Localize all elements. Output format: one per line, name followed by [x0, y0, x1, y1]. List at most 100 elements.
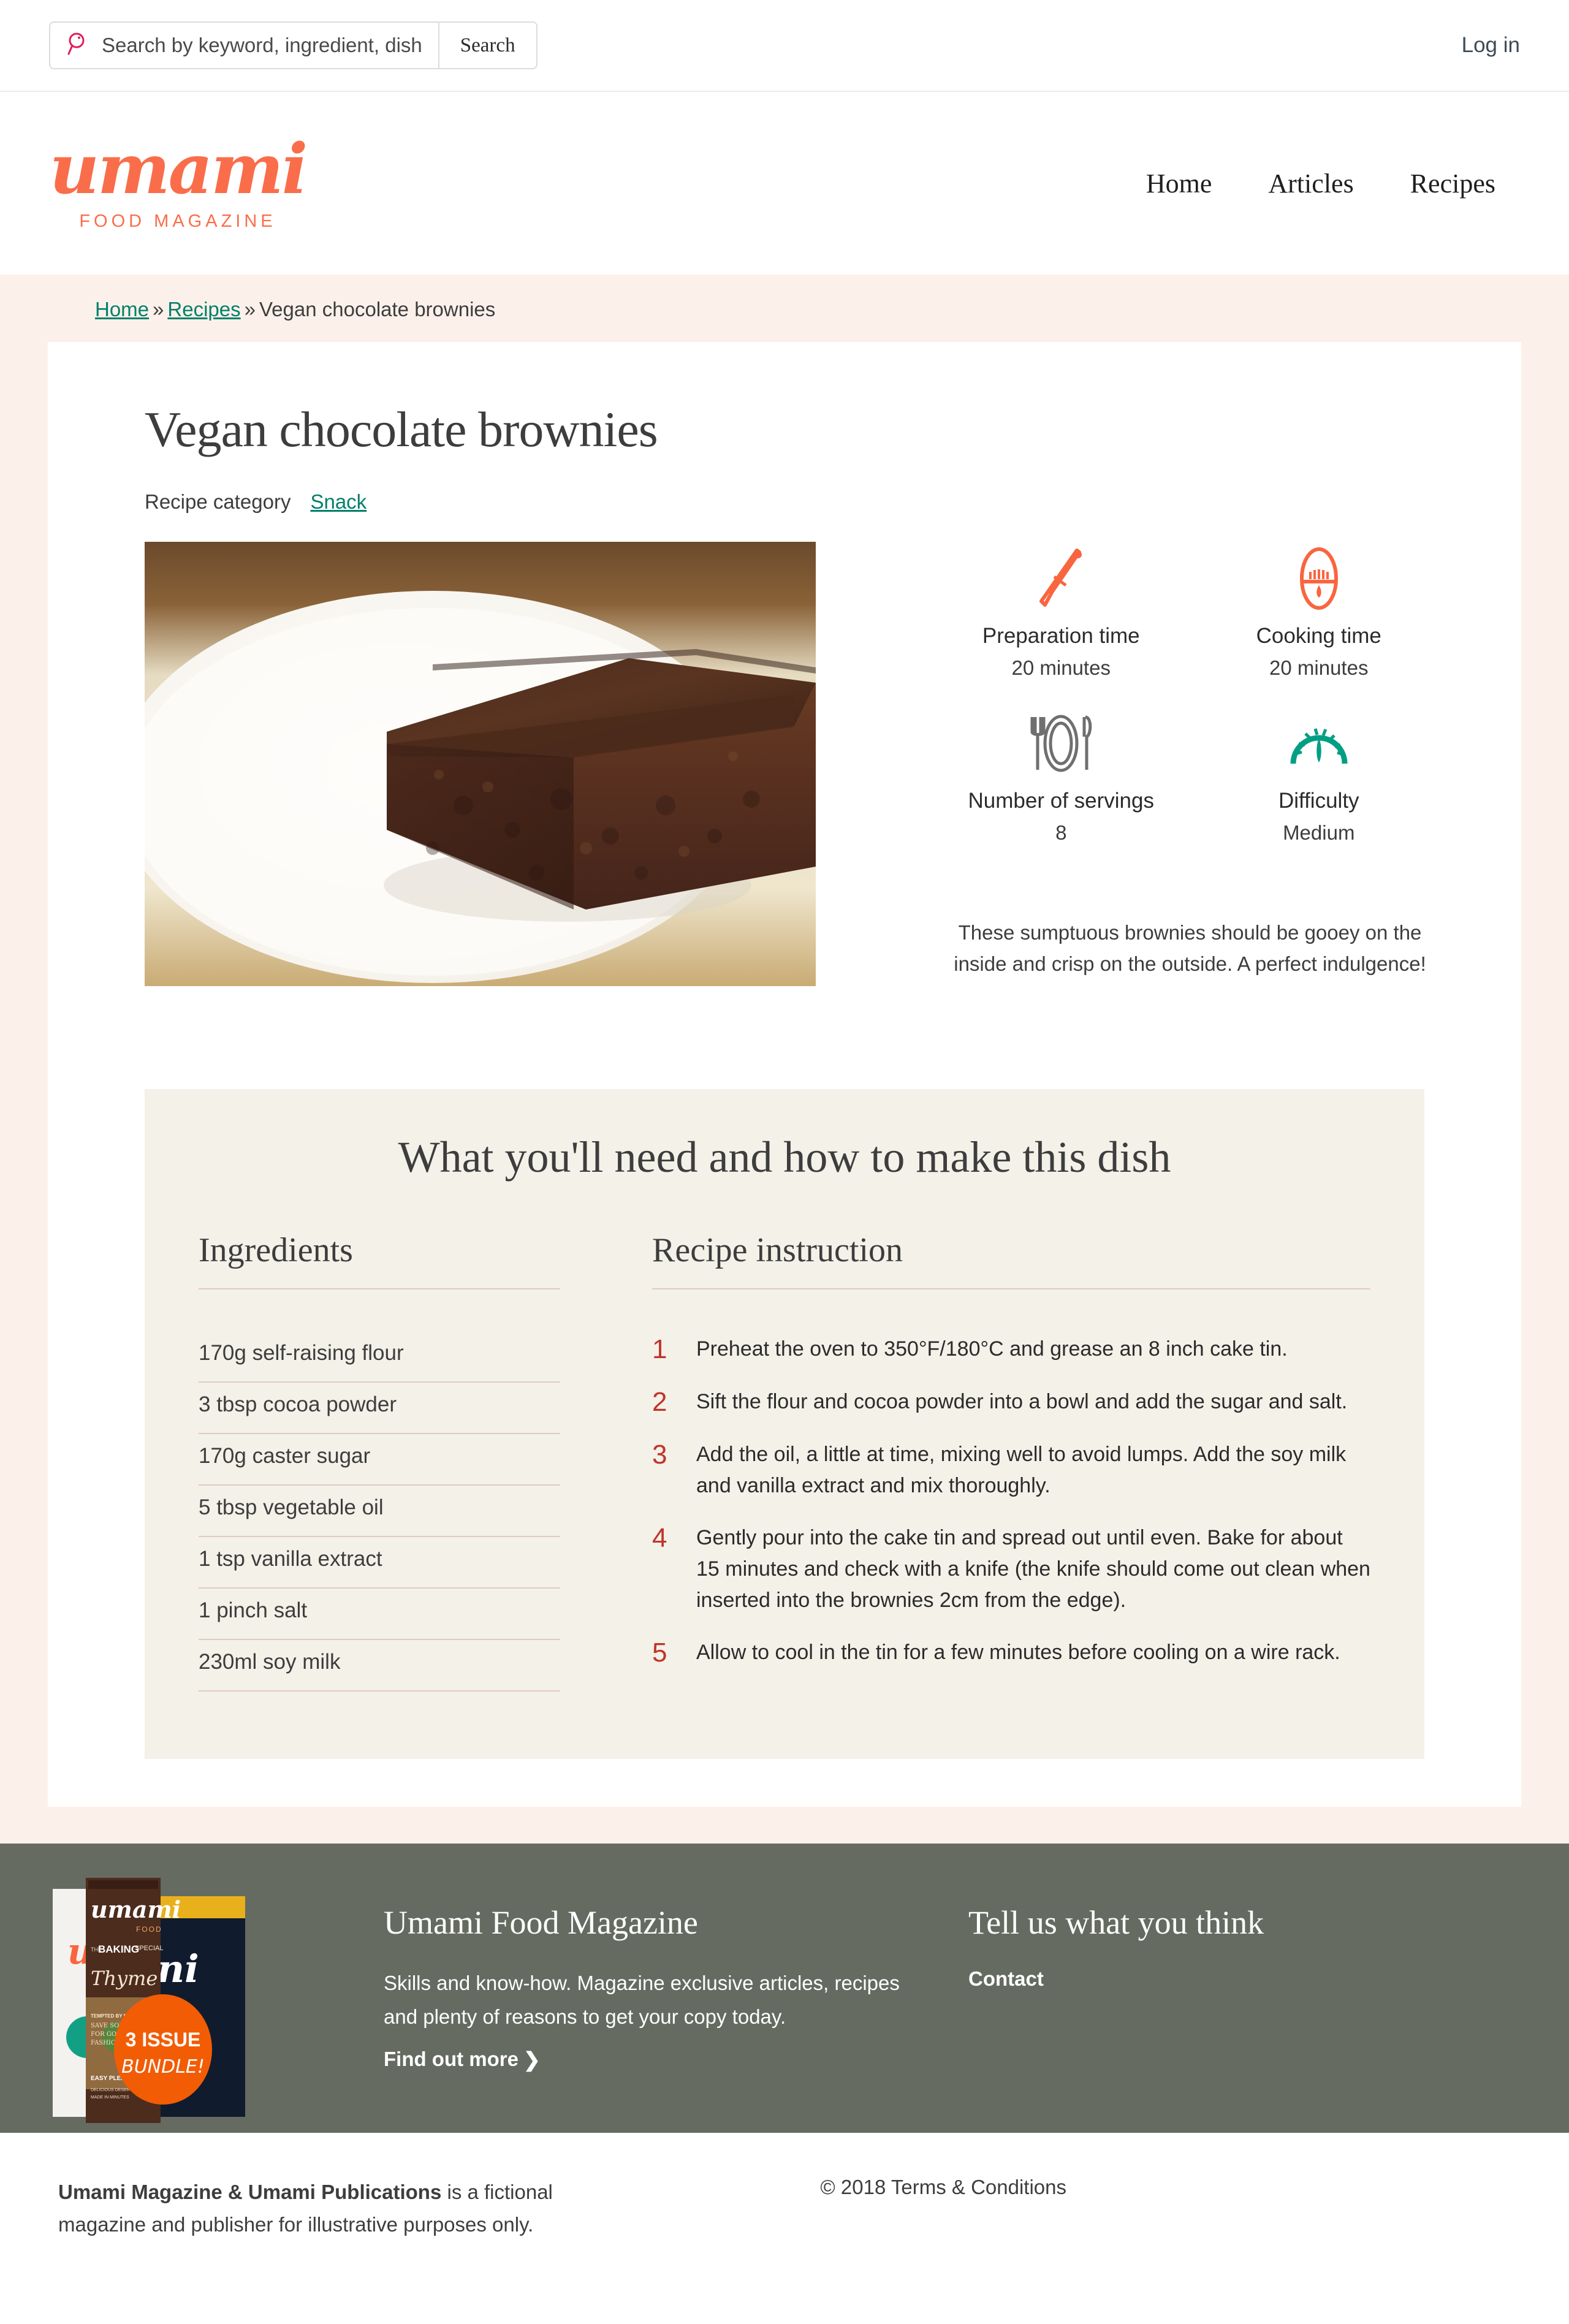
breadcrumb-separator: » [153, 298, 164, 321]
breadcrumb-separator: » [244, 298, 256, 321]
page-body: Home» Recipes» Vegan chocolate brownies Ve… [0, 275, 1569, 1844]
nav-item-recipes[interactable]: Recipes [1410, 168, 1495, 199]
search-input[interactable]: Search by keyword, ingredient, dish [50, 23, 438, 68]
speedometer-icon [1287, 707, 1351, 780]
svg-text:Thyme: Thyme [91, 1967, 158, 1990]
list-item: 5 Allow to cool in the tin for a few min… [652, 1637, 1370, 1669]
list-item: 170g caster sugar [199, 1434, 560, 1486]
recipe-summary: These sumptuous brownies should be gooey… [954, 921, 1426, 976]
colophon-publisher: Umami Magazine & Umami Publications [58, 2181, 442, 2203]
step-text: Preheat the oven to 350°F/180°C and grea… [696, 1337, 1288, 1361]
fact-value: Medium [1283, 821, 1355, 844]
copyright-terms[interactable]: © 2018 Terms & Conditions [820, 2176, 1520, 2241]
search-button[interactable]: Search [438, 23, 536, 68]
svg-text:SPECIAL: SPECIAL [135, 1945, 163, 1952]
fact-value: 20 minutes [1269, 656, 1369, 679]
find-out-more-label: Find out more [384, 2048, 519, 2071]
step-number: 4 [652, 1522, 667, 1553]
find-out-more-link[interactable]: Find out more ❯ [384, 2048, 541, 2071]
breadcrumb: Home» Recipes» Vegan chocolate brownies [0, 275, 1569, 342]
step-text: Allow to cool in the tin for a few minut… [696, 1640, 1340, 1664]
nav-item-home[interactable]: Home [1146, 168, 1212, 199]
colophon-text: Umami Magazine & Umami Publications is a… [58, 2176, 640, 2241]
feedback-block: Tell us what you think Contact [968, 1878, 1361, 1991]
instructions-column: Recipe instruction 1 Preheat the oven to… [652, 1231, 1370, 1692]
utility-bar: Search by keyword, ingredient, dish Sear… [0, 0, 1569, 92]
list-item: 5 tbsp vegetable oil [199, 1486, 560, 1537]
list-item: 170g self-raising flour [199, 1331, 560, 1383]
logo-tagline: FOOD MAGAZINE [79, 211, 276, 231]
step-number: 3 [652, 1439, 667, 1470]
page-title: Vegan chocolate brownies [145, 401, 658, 457]
recipe-category-row: Recipe category Snack [145, 490, 1472, 514]
search-icon [67, 32, 91, 59]
promo-description: Skills and know-how. Magazine exclusive … [384, 1972, 900, 2029]
breadcrumb-home[interactable]: Home [95, 298, 149, 321]
recipe-facts: Preparation time 20 minutes Cooking time… [816, 542, 1472, 986]
fact-label: Cooking time [1256, 624, 1381, 648]
step-text: Add the oil, a little at time, mixing we… [696, 1442, 1347, 1497]
ingredients-list: 170g self-raising flour 3 tbsp cocoa pow… [199, 1331, 560, 1692]
colophon: Umami Magazine & Umami Publications is a… [0, 2133, 1569, 2296]
recipe-category-label: Recipe category [145, 490, 291, 513]
contact-link[interactable]: Contact [968, 1967, 1044, 1990]
recipe-facts-grid: Preparation time 20 minutes Cooking time… [932, 542, 1448, 845]
fact-number-of-servings: Number of servings 8 [932, 707, 1190, 845]
logo-wordmark: umami [49, 129, 308, 210]
list-item: 1 pinch salt [199, 1589, 560, 1640]
list-item: 2 Sift the flour and cocoa powder into a… [652, 1386, 1370, 1418]
step-number: 5 [652, 1637, 667, 1668]
list-item: 1 tsp vanilla extract [199, 1537, 560, 1589]
make-dish-columns: Ingredients 170g self-raising flour 3 tb… [199, 1231, 1370, 1692]
svg-text:3 ISSUE: 3 ISSUE [126, 2029, 201, 2051]
instructions-list: 1 Preheat the oven to 350°F/180°C and gr… [652, 1334, 1370, 1669]
step-text: Gently pour into the cake tin and spread… [696, 1525, 1370, 1612]
svg-text:MADE IN MINUTES: MADE IN MINUTES [91, 2095, 129, 2100]
nav-item-articles[interactable]: Articles [1268, 168, 1353, 199]
breadcrumb-recipes[interactable]: Recipes [167, 298, 240, 321]
fact-label: Difficulty [1278, 789, 1359, 813]
step-number: 2 [652, 1386, 667, 1417]
list-item: 3 tbsp cocoa powder [199, 1383, 560, 1434]
ingredients-heading: Ingredients [199, 1231, 560, 1289]
recipe-photo [145, 542, 816, 986]
instructions-heading: Recipe instruction [652, 1231, 1370, 1289]
recipe-content-card: Vegan chocolate brownies Recipe category… [48, 342, 1521, 1807]
promo-title: Umami Food Magazine [384, 1904, 698, 1941]
svg-text:ni: ni [157, 1946, 199, 1991]
promo-copy: Umami Food Magazine Skills and know-how.… [368, 1878, 968, 2071]
list-item: 4 Gently pour into the cake tin and spre… [652, 1522, 1370, 1616]
make-dish-section: What you'll need and how to make this di… [145, 1089, 1424, 1759]
fact-difficulty: Difficulty Medium [1190, 707, 1448, 845]
list-item: 1 Preheat the oven to 350°F/180°C and gr… [652, 1334, 1370, 1365]
magazine-covers-image: um ni umami FOOD THE BAKING SPECIAL Thym… [49, 1853, 368, 2123]
promo-footer: um ni umami FOOD THE BAKING SPECIAL Thym… [0, 1844, 1569, 2133]
step-number: 1 [652, 1334, 667, 1364]
fact-value: 20 minutes [1011, 656, 1111, 679]
svg-text:FOOD: FOOD [136, 1925, 162, 1934]
site-logo[interactable]: umami FOOD MAGAZINE [49, 129, 308, 232]
search-placeholder-text: Search by keyword, ingredient, dish [102, 34, 422, 56]
search-box[interactable]: Search by keyword, ingredient, dish Sear… [49, 21, 538, 69]
chevron-right-icon: ❯ [523, 2048, 541, 2071]
recipe-category-link[interactable]: Snack [310, 490, 367, 514]
make-dish-heading: What you'll need and how to make this di… [398, 1133, 1171, 1182]
step-text: Sift the flour and cocoa powder into a b… [696, 1389, 1348, 1413]
svg-text:BAKING: BAKING [98, 1943, 139, 1955]
knife-icon [1031, 542, 1090, 615]
fact-value: 8 [1055, 821, 1067, 844]
login-link[interactable]: Log in [1462, 33, 1520, 58]
feedback-title: Tell us what you think [968, 1904, 1264, 1941]
fact-cooking-time: Cooking time 20 minutes [1190, 542, 1448, 680]
list-item: 230ml soy milk [199, 1640, 560, 1692]
main-navigation: Home Articles Recipes [1146, 168, 1520, 199]
bundle-badge: 3 ISSUE BUNDLE! [114, 1994, 212, 2105]
svg-text:umami: umami [91, 1896, 181, 1923]
fact-label: Preparation time [982, 624, 1140, 648]
fact-preparation-time: Preparation time 20 minutes [932, 542, 1190, 680]
breadcrumb-current: Vegan chocolate brownies [259, 298, 496, 321]
masthead: umami FOOD MAGAZINE Home Articles Recipe… [0, 92, 1569, 275]
recipe-hero-row: Preparation time 20 minutes Cooking time… [145, 542, 1472, 986]
place-setting-icon [1024, 707, 1098, 780]
fact-label: Number of servings [968, 789, 1154, 813]
